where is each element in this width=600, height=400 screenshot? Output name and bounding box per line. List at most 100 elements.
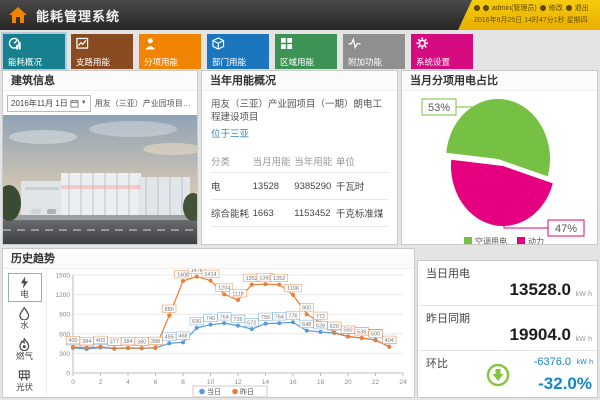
svg-text:628: 628: [316, 323, 325, 329]
svg-text:764: 764: [220, 314, 229, 320]
ratio-delta-unit: kW·h: [577, 359, 593, 366]
pie-chart: 53% 47% 空调用电 动力: [402, 91, 597, 245]
gauge-icon: [8, 37, 21, 50]
svg-text:1476: 1476: [191, 269, 203, 274]
tab-label: 系统设置: [416, 58, 473, 67]
svg-text:1352: 1352: [273, 276, 285, 282]
tab-7[interactable]: 系统设置: [411, 34, 473, 69]
info-icon: [474, 5, 480, 11]
down-arrow-icon: [486, 363, 510, 387]
tab-label: 区域用能: [280, 58, 337, 67]
table-row: 综合能耗16631153452千克标准煤: [211, 200, 388, 227]
source-item-2[interactable]: 水: [8, 304, 42, 333]
trend-panel: 历史趋势 电水燃气光伏 0300600900120015000246810121…: [2, 248, 415, 398]
logout-link[interactable]: 退出: [575, 3, 589, 13]
pie-legend: 空调用电 动力: [464, 236, 544, 245]
svg-text:380: 380: [137, 339, 146, 345]
ratio-row: 环比 -6376.0 kW·h -32.0%: [418, 351, 597, 397]
table-cell: 9385290: [294, 173, 336, 200]
svg-text:1500: 1500: [56, 273, 71, 280]
date-value: 2016年11月 1日: [11, 98, 68, 109]
svg-text:1414: 1414: [204, 272, 216, 278]
project-select[interactable]: 用友（三亚）产业园项目（一期）朗电工程建设项 ▼: [95, 98, 193, 109]
svg-text:24: 24: [399, 379, 407, 386]
building-panel-title: 建筑信息: [3, 71, 197, 91]
svg-text:455: 455: [165, 335, 174, 341]
svg-text:14: 14: [262, 379, 270, 386]
grid-icon: [280, 37, 293, 50]
source-item-3[interactable]: 燃气: [8, 335, 42, 364]
table-cell: 1663: [253, 200, 295, 227]
tab-6[interactable]: 附加功能: [343, 34, 405, 69]
stat-row-1: 当日用电13528.0 kW·h: [418, 261, 597, 306]
tab-label: 分项用能: [144, 58, 201, 67]
project-location-link[interactable]: 位于三亚: [211, 126, 249, 140]
line-legend[interactable]: 当日昨日: [193, 386, 267, 397]
stat-value: 13528.0: [510, 280, 571, 300]
bolt-icon: [18, 276, 31, 289]
trend-line-chart: 0300600900120015000246810121416182022243…: [47, 269, 413, 398]
tab-5[interactable]: 区域用能: [275, 34, 337, 69]
svg-text:53%: 53%: [428, 102, 450, 114]
home-icon[interactable]: [8, 5, 28, 25]
ratio-percent: -32.0%: [538, 374, 592, 394]
overview-panel-title: 当年用能概况: [202, 71, 397, 91]
svg-text:动力: 动力: [528, 236, 544, 245]
ratio-delta-value: -6376.0: [534, 356, 571, 368]
app-title: 能耗管理系统: [36, 6, 120, 25]
stat-unit: kW·h: [576, 291, 592, 298]
source-item-1[interactable]: 电: [8, 273, 42, 302]
person-icon: [144, 37, 157, 50]
svg-text:1360: 1360: [259, 275, 271, 281]
tab-4[interactable]: 部门用能: [207, 34, 269, 69]
energy-source-strip: 电水燃气光伏: [3, 269, 47, 398]
svg-text:12: 12: [234, 379, 242, 386]
svg-text:1408: 1408: [177, 272, 189, 278]
stat-label: 昨日同期: [426, 310, 589, 326]
svg-text:300: 300: [59, 351, 70, 358]
user-icon: [483, 5, 489, 11]
svg-text:空调用电: 空调用电: [475, 236, 507, 245]
column-header: 当年用能: [294, 150, 336, 173]
svg-text:1118: 1118: [232, 291, 243, 297]
user-name[interactable]: admin(管理员): [492, 3, 537, 13]
stat-label: 当日用电: [426, 265, 589, 281]
svg-text:468: 468: [178, 334, 187, 340]
cube-icon: [212, 37, 225, 50]
top-bar: 能耗管理系统 admin(管理员) 修改 退出 2016年8月25日 14时47…: [0, 0, 600, 30]
pulse-icon: [348, 37, 361, 50]
svg-text:536: 536: [357, 329, 366, 335]
tab-3[interactable]: 分项用能: [139, 34, 201, 69]
svg-text:10: 10: [207, 379, 215, 386]
user-badge: admin(管理员) 修改 退出 2016年8月25日 14时47分1秒 星期四: [458, 0, 600, 30]
source-label: 光伏: [9, 382, 41, 392]
date-picker[interactable]: 2016年11月 1日 ▼: [7, 95, 91, 112]
svg-text:1200: 1200: [56, 292, 71, 299]
solar-panel-icon: [18, 369, 31, 382]
source-item-4[interactable]: 光伏: [8, 366, 42, 395]
tab-2[interactable]: 支路用能: [71, 34, 133, 69]
daily-stats-panel: 当日用电13528.0kW·h昨日同期19904.0kW·h 环比 -6376.…: [417, 260, 598, 398]
source-label: 燃气: [9, 351, 41, 361]
svg-text:776: 776: [288, 314, 297, 320]
table-cell: 电: [211, 173, 253, 200]
svg-text:47%: 47%: [555, 223, 577, 235]
table-cell: 千瓦时: [336, 173, 388, 200]
svg-text:4: 4: [126, 379, 130, 386]
svg-text:560: 560: [343, 328, 352, 334]
tab-label: 部门用能: [212, 58, 269, 67]
svg-text:756: 756: [261, 315, 270, 321]
tab-label: 附加功能: [348, 58, 405, 67]
svg-text:764: 764: [275, 314, 284, 320]
svg-text:1352: 1352: [246, 276, 258, 282]
svg-text:16: 16: [289, 379, 297, 386]
chevron-down-icon: ▼: [81, 100, 87, 106]
pie-panel-title: 当月分项用电占比: [402, 71, 597, 91]
tab-1[interactable]: 能耗概况: [3, 34, 65, 69]
svg-text:900: 900: [59, 312, 70, 319]
modify-link[interactable]: 修改: [549, 3, 563, 13]
column-header: 单位: [336, 150, 388, 173]
stat-unit: kW·h: [576, 336, 592, 343]
annual-overview-panel: 当年用能概况 用友（三亚）产业园项目（一期）朗电工程建设项目 位于三亚 分类当月…: [201, 70, 398, 245]
svg-text:当日: 当日: [207, 387, 221, 396]
